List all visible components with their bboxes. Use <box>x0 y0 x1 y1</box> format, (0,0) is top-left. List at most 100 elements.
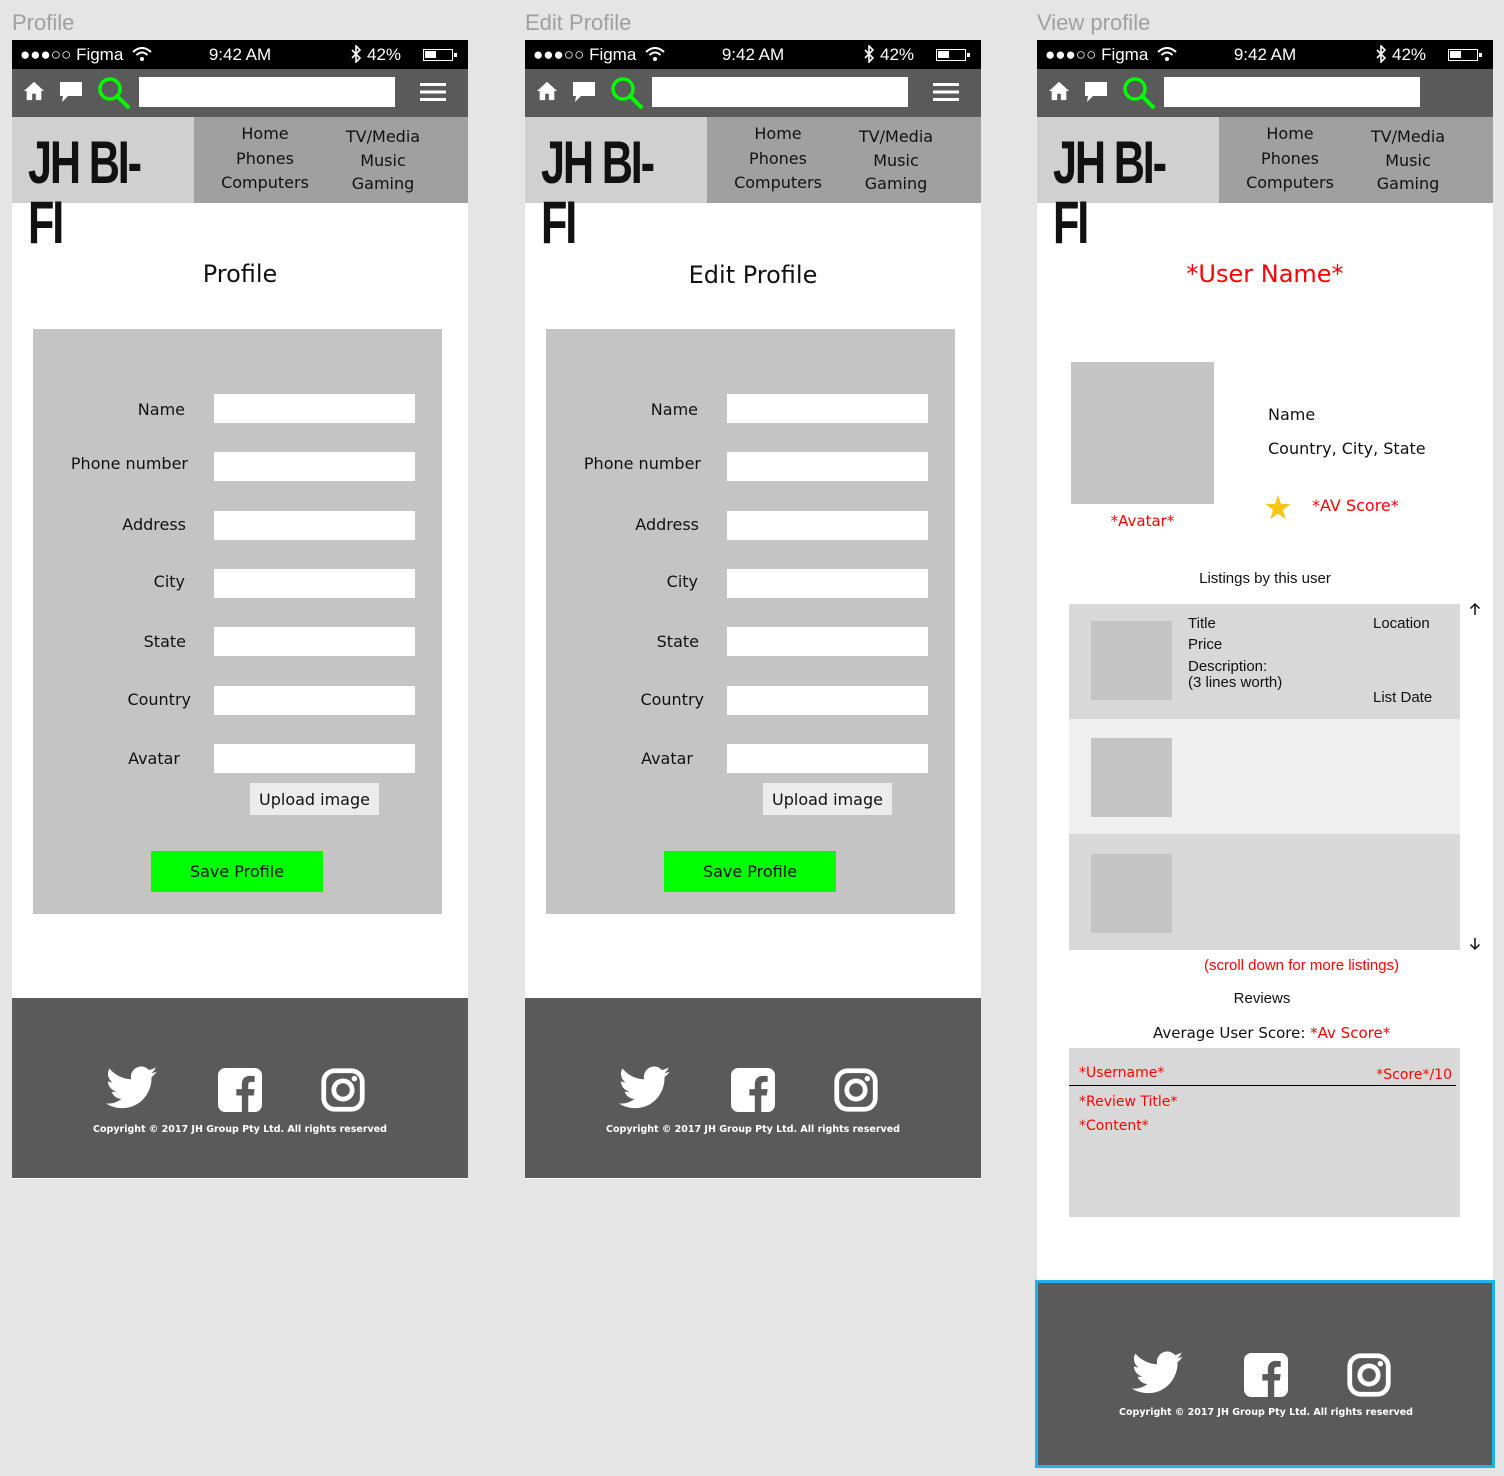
country-field[interactable] <box>727 686 928 715</box>
page-title: Edit Profile <box>688 261 818 289</box>
nav-item-computers[interactable]: Computers <box>212 171 318 196</box>
search-icon[interactable] <box>97 76 131 110</box>
avatar-label: Avatar <box>641 749 693 768</box>
chat-icon[interactable] <box>59 81 83 103</box>
logo-box: JH BI-FI <box>525 117 707 253</box>
nav-item-home[interactable]: Home <box>1237 122 1343 147</box>
search-input[interactable] <box>1164 77 1420 107</box>
nav-item-music[interactable]: Music <box>330 149 436 173</box>
phone-field[interactable] <box>727 452 928 481</box>
instagram-icon[interactable] <box>321 1068 365 1112</box>
view-profile-screen: ●●●○○ Figma 9:42 AM 42% JH BI-FI Home Ph… <box>1035 40 1495 1468</box>
name-field[interactable] <box>214 394 415 423</box>
avatar-label: Avatar <box>128 749 180 768</box>
logo-box: JH BI-FI <box>1037 117 1219 253</box>
name-label: Name <box>650 400 698 419</box>
nav-item-tv-media[interactable]: TV/Media <box>843 125 949 149</box>
upload-image-button[interactable]: Upload image <box>763 783 892 815</box>
facebook-icon[interactable] <box>218 1068 262 1112</box>
arrow-up-icon[interactable] <box>1469 602 1481 616</box>
nav-item-computers[interactable]: Computers <box>725 171 831 196</box>
nav-item-phones[interactable]: Phones <box>1237 147 1343 172</box>
nav-item-music[interactable]: Music <box>1355 149 1461 173</box>
save-profile-button[interactable]: Save Profile <box>664 851 836 892</box>
nav-item-gaming[interactable]: Gaming <box>330 172 436 196</box>
search-input[interactable] <box>139 77 395 107</box>
twitter-icon[interactable] <box>619 1066 671 1110</box>
address-field[interactable] <box>214 511 415 540</box>
menu-icon[interactable] <box>933 82 959 102</box>
search-icon[interactable] <box>610 76 644 110</box>
logo[interactable]: JH BI-FI <box>28 133 148 253</box>
twitter-icon[interactable] <box>106 1066 158 1110</box>
nav-item-phones[interactable]: Phones <box>725 147 831 172</box>
battery-icon <box>423 49 457 61</box>
name-field[interactable] <box>727 394 928 423</box>
review-username[interactable]: *Username* <box>1079 1065 1164 1081</box>
nav-item-gaming[interactable]: Gaming <box>1355 172 1461 196</box>
city-field[interactable] <box>214 569 415 598</box>
listing-card[interactable] <box>1069 834 1460 950</box>
listing-description-note: (3 lines worth) <box>1188 674 1283 691</box>
country-field[interactable] <box>214 686 415 715</box>
nav-item-gaming[interactable]: Gaming <box>843 172 949 196</box>
city-field[interactable] <box>727 569 928 598</box>
home-icon[interactable] <box>536 80 558 102</box>
nav-item-music[interactable]: Music <box>843 149 949 173</box>
home-icon[interactable] <box>1048 80 1070 102</box>
avatar-field[interactable] <box>214 744 415 773</box>
profile-form: Name Phone number Address City State Cou… <box>33 329 442 914</box>
copyright-text: Copyright © 2017 JH Group Pty Ltd. All r… <box>606 1124 900 1135</box>
instagram-icon[interactable] <box>1347 1353 1391 1397</box>
star-icon <box>1265 495 1291 519</box>
chat-icon[interactable] <box>1084 81 1108 103</box>
state-field[interactable] <box>727 627 928 656</box>
listing-card[interactable] <box>1069 719 1460 834</box>
save-profile-button[interactable]: Save Profile <box>151 851 323 892</box>
footer: Copyright © 2017 JH Group Pty Ltd. All r… <box>12 998 468 1178</box>
state-label: State <box>656 632 699 651</box>
toolbar <box>1037 69 1493 117</box>
logo[interactable]: JH BI-FI <box>541 133 661 253</box>
menu-icon[interactable] <box>420 82 446 102</box>
avatar-field[interactable] <box>727 744 928 773</box>
phone-field[interactable] <box>214 452 415 481</box>
nav-item-home[interactable]: Home <box>725 122 831 147</box>
nav-item-tv-media[interactable]: TV/Media <box>330 125 436 149</box>
listing-title: Title <box>1188 615 1216 632</box>
battery-percent: 42% <box>367 45 402 64</box>
search-input[interactable] <box>652 77 908 107</box>
battery-percent: 42% <box>880 45 915 64</box>
battery-icon <box>936 49 970 61</box>
nav-item-computers[interactable]: Computers <box>1237 171 1343 196</box>
instagram-icon[interactable] <box>834 1068 878 1112</box>
status-bar: ●●●○○ Figma 9:42 AM 42% <box>525 40 981 69</box>
bluetooth-icon <box>864 45 875 63</box>
listing-card[interactable]: Title Price Description: (3 lines worth)… <box>1069 604 1460 719</box>
search-icon[interactable] <box>1122 76 1156 110</box>
address-field[interactable] <box>727 511 928 540</box>
page-title: Profile <box>202 260 278 288</box>
average-score-value: *Av Score* <box>1310 1024 1391 1042</box>
listing-thumbnail <box>1091 854 1172 933</box>
scroll-note: (scroll down for more listings) <box>1204 957 1400 974</box>
nav-item-tv-media[interactable]: TV/Media <box>1355 125 1461 149</box>
facebook-icon[interactable] <box>731 1068 775 1112</box>
toolbar <box>525 69 981 117</box>
nav-item-phones[interactable]: Phones <box>212 147 318 172</box>
copyright-text: Copyright © 2017 JH Group Pty Ltd. All r… <box>93 1124 387 1135</box>
review-content: *Content* <box>1079 1118 1149 1134</box>
home-icon[interactable] <box>23 80 45 102</box>
twitter-icon[interactable] <box>1132 1351 1184 1395</box>
state-field[interactable] <box>214 627 415 656</box>
nav-item-home[interactable]: Home <box>212 122 318 147</box>
upload-image-button[interactable]: Upload image <box>250 783 379 815</box>
chat-icon[interactable] <box>572 81 596 103</box>
country-label: Country <box>640 690 704 709</box>
nav-menu: Home Phones Computers TV/Media Music Gam… <box>1219 117 1493 203</box>
facebook-icon[interactable] <box>1244 1353 1288 1397</box>
logo[interactable]: JH BI-FI <box>1053 133 1173 253</box>
arrow-down-icon[interactable] <box>1469 937 1481 951</box>
average-score-line: Average User Score: *Av Score* <box>1153 1024 1390 1042</box>
edit-profile-form: Name Phone number Address City State Cou… <box>546 329 955 914</box>
